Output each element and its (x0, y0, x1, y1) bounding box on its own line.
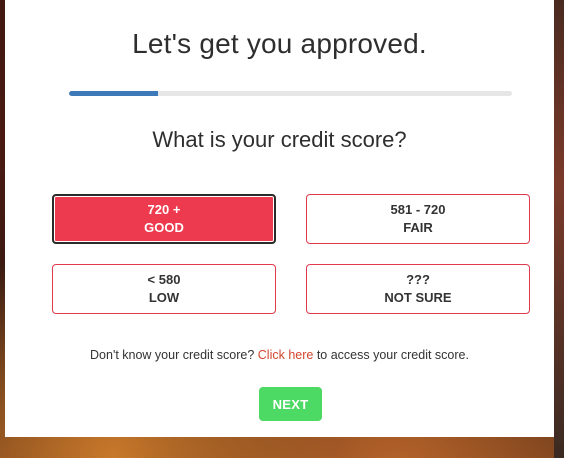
progress-bar (69, 91, 512, 96)
help-suffix: to access your credit score. (316, 348, 469, 362)
help-prefix: Don't know your credit score? (90, 348, 255, 362)
help-text: Don't know your credit score? Click here… (5, 348, 554, 362)
option-fair-button[interactable]: 581 - 720 FAIR (306, 194, 530, 244)
progress-fill (69, 91, 158, 96)
option-label: LOW (148, 290, 180, 305)
option-range: ??? (406, 272, 430, 287)
option-label: FAIR (403, 220, 433, 235)
credit-score-link[interactable]: Click here (258, 348, 314, 362)
background-edge (554, 0, 564, 458)
approval-modal: Let's get you approved. What is your cre… (5, 0, 554, 437)
next-button[interactable]: NEXT (259, 387, 322, 421)
modal-title: Let's get you approved. (132, 28, 427, 59)
option-range: 581 - 720 (390, 202, 446, 217)
option-low-button[interactable]: < 580 LOW (52, 264, 276, 314)
option-label: GOOD (144, 220, 184, 235)
question-heading: What is your credit score? (152, 127, 407, 152)
option-range: < 580 (147, 272, 181, 287)
option-range: 720 + (147, 202, 181, 217)
option-good-button[interactable]: 720 + GOOD (52, 194, 276, 244)
option-not-sure-button[interactable]: ??? NOT SURE (306, 264, 530, 314)
option-label: NOT SURE (384, 290, 452, 305)
